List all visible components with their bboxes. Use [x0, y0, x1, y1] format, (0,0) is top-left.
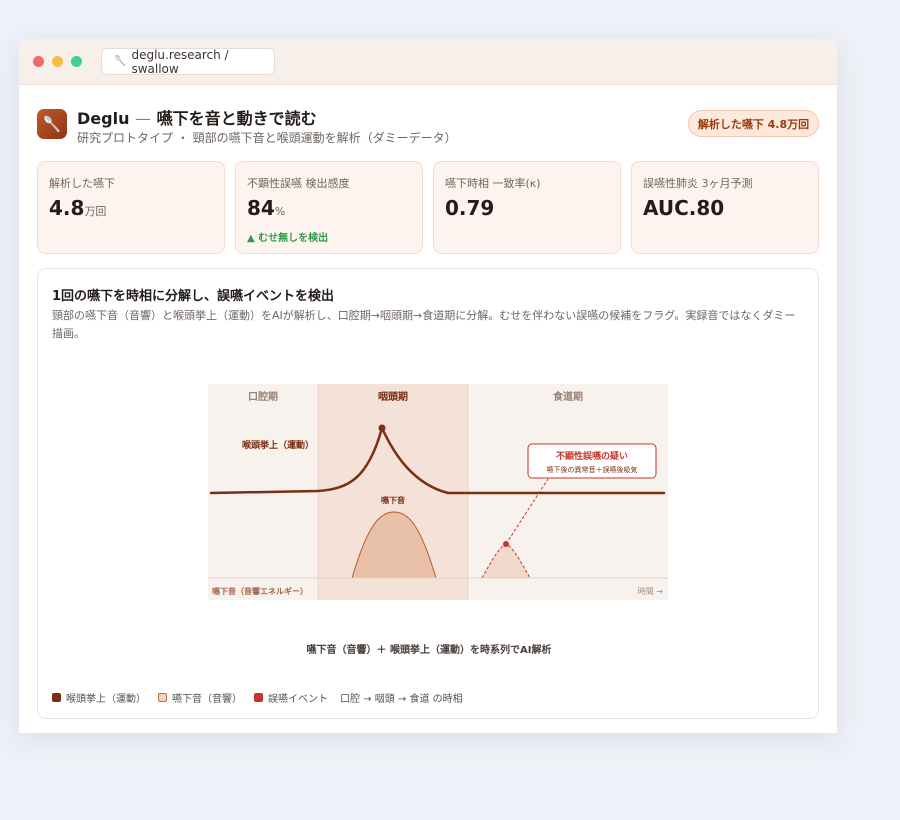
stat-label: 不顕性誤嚥 検出感度 — [247, 177, 350, 190]
phase-label-esophageal: 食道期 — [552, 390, 583, 403]
larynx-swatch — [52, 693, 61, 702]
figure-caption: 嚥下音（音響）＋ 喉頭挙上（運動）を時系列でAI解析 — [306, 645, 552, 656]
aspiration-swatch — [254, 693, 263, 702]
stat-value: AUC.80 — [643, 196, 725, 220]
stat-unit: 万回 — [84, 205, 107, 218]
swallow-phase-figure: 口腔期 咽頭期 食道期 喉頭挙上（運動） 嚥下音 不顕性誤嚥の疑い 嚥下後の異常… — [208, 384, 668, 600]
sound-peak-label: 嚥下音 — [381, 495, 405, 505]
stat-value: 84% — [247, 196, 286, 220]
panel-title: 1回の嚥下を時相に分解し、誤嚥イベントを検出 — [52, 289, 335, 304]
close-window-button[interactable] — [33, 56, 44, 67]
sound-axis-label: 嚥下音（音響エネルギー） — [212, 586, 308, 596]
stat-label: 解析した嚥下 — [49, 177, 115, 190]
larynx-curve-label: 喉頭挙上（運動） — [242, 439, 314, 451]
spoon-icon: 🥄 — [42, 115, 62, 133]
spoon-icon: 🥄 — [114, 56, 127, 67]
legend-item-larynx: 喉頭挙上（運動） — [52, 690, 146, 705]
sound-swatch — [158, 693, 167, 702]
app-name: Deglu — [77, 109, 130, 128]
app-logo: 🥄 — [37, 109, 67, 139]
legend-item-sound: 嚥下音（音響） — [158, 690, 242, 705]
page-subtitle: 研究プロトタイプ ・ 頸部の嚥下音と喉頭運動を解析（ダミーデータ） — [77, 131, 457, 145]
address-text: deglu.research / swallow — [131, 47, 229, 76]
title-text: 嚥下を音と動きで読む — [156, 109, 317, 128]
analyzed-count-badge: 解析した嚥下 4.8万回 — [688, 110, 819, 137]
stat-card-pneumonia-auc: 誤嚥性肺炎 3ヶ月予測 AUC.80 — [631, 161, 819, 254]
title-separator: — — [135, 109, 152, 128]
legend-label: 喉頭挙上（運動） — [66, 694, 146, 705]
phase-label-oral: 口腔期 — [248, 390, 278, 403]
address-bar[interactable]: 🥄 deglu.research / swallow — [101, 47, 275, 76]
aspiration-alert-title: 不顕性誤嚥の疑い — [556, 450, 628, 462]
browser-window: 🥄 deglu.research / swallow 🥄 Deglu — 嚥下を… — [19, 39, 837, 733]
stat-label: 誤嚥性肺炎 3ヶ月予測 — [643, 177, 753, 190]
stat-card-analyzed: 解析した嚥下 4.8万回 — [37, 161, 225, 254]
stat-delta: ▲ むせ無しを検出 — [247, 233, 329, 244]
stat-label: 嚥下時相 一致率(κ) — [445, 177, 541, 190]
stat-card-phase-agreement: 嚥下時相 一致率(κ) 0.79 — [433, 161, 621, 254]
maximize-window-button[interactable] — [71, 56, 82, 67]
minimize-window-button[interactable] — [52, 56, 63, 67]
panel-description: 頸部の嚥下音（音響）と喉頭挙上（運動）をAIが解析し、口腔期→咽頭期→食道期に分… — [52, 309, 796, 340]
legend-item-phases: 口腔 → 咽頭 → 食道 の時相 — [340, 690, 463, 705]
legend-label: 誤嚥イベント — [268, 694, 328, 705]
phase-label-pharyngeal: 咽頭期 — [378, 390, 408, 403]
time-axis-label: 時間 → — [638, 587, 664, 596]
title-bar: 🥄 deglu.research / swallow — [19, 39, 837, 85]
stat-value: 0.79 — [445, 196, 495, 220]
legend-label: 嚥下音（音響） — [172, 694, 242, 705]
swallow-analysis-panel: 1回の嚥下を時相に分解し、誤嚥イベントを検出 頸部の嚥下音（音響）と喉頭挙上（運… — [37, 268, 819, 719]
page-title: Deglu — 嚥下を音と動きで読む — [77, 105, 317, 129]
larynx-peak-marker — [378, 424, 386, 432]
legend-label: 口腔 → 咽頭 → 食道 の時相 — [340, 694, 463, 705]
figure-legend: 喉頭挙上（運動） 嚥下音（音響） 誤嚥イベント 口腔 → 咽頭 → 食道 の時相 — [52, 690, 475, 705]
aspiration-alert-detail: 嚥下後の異常音＋誤嚥後吸気 — [547, 465, 638, 474]
stat-card-sensitivity: 不顕性誤嚥 検出感度 84% ▲ むせ無しを検出 — [235, 161, 423, 254]
legend-item-aspiration: 誤嚥イベント — [254, 690, 328, 705]
stat-unit: % — [274, 205, 286, 218]
stat-value: 4.8万回 — [49, 196, 107, 220]
